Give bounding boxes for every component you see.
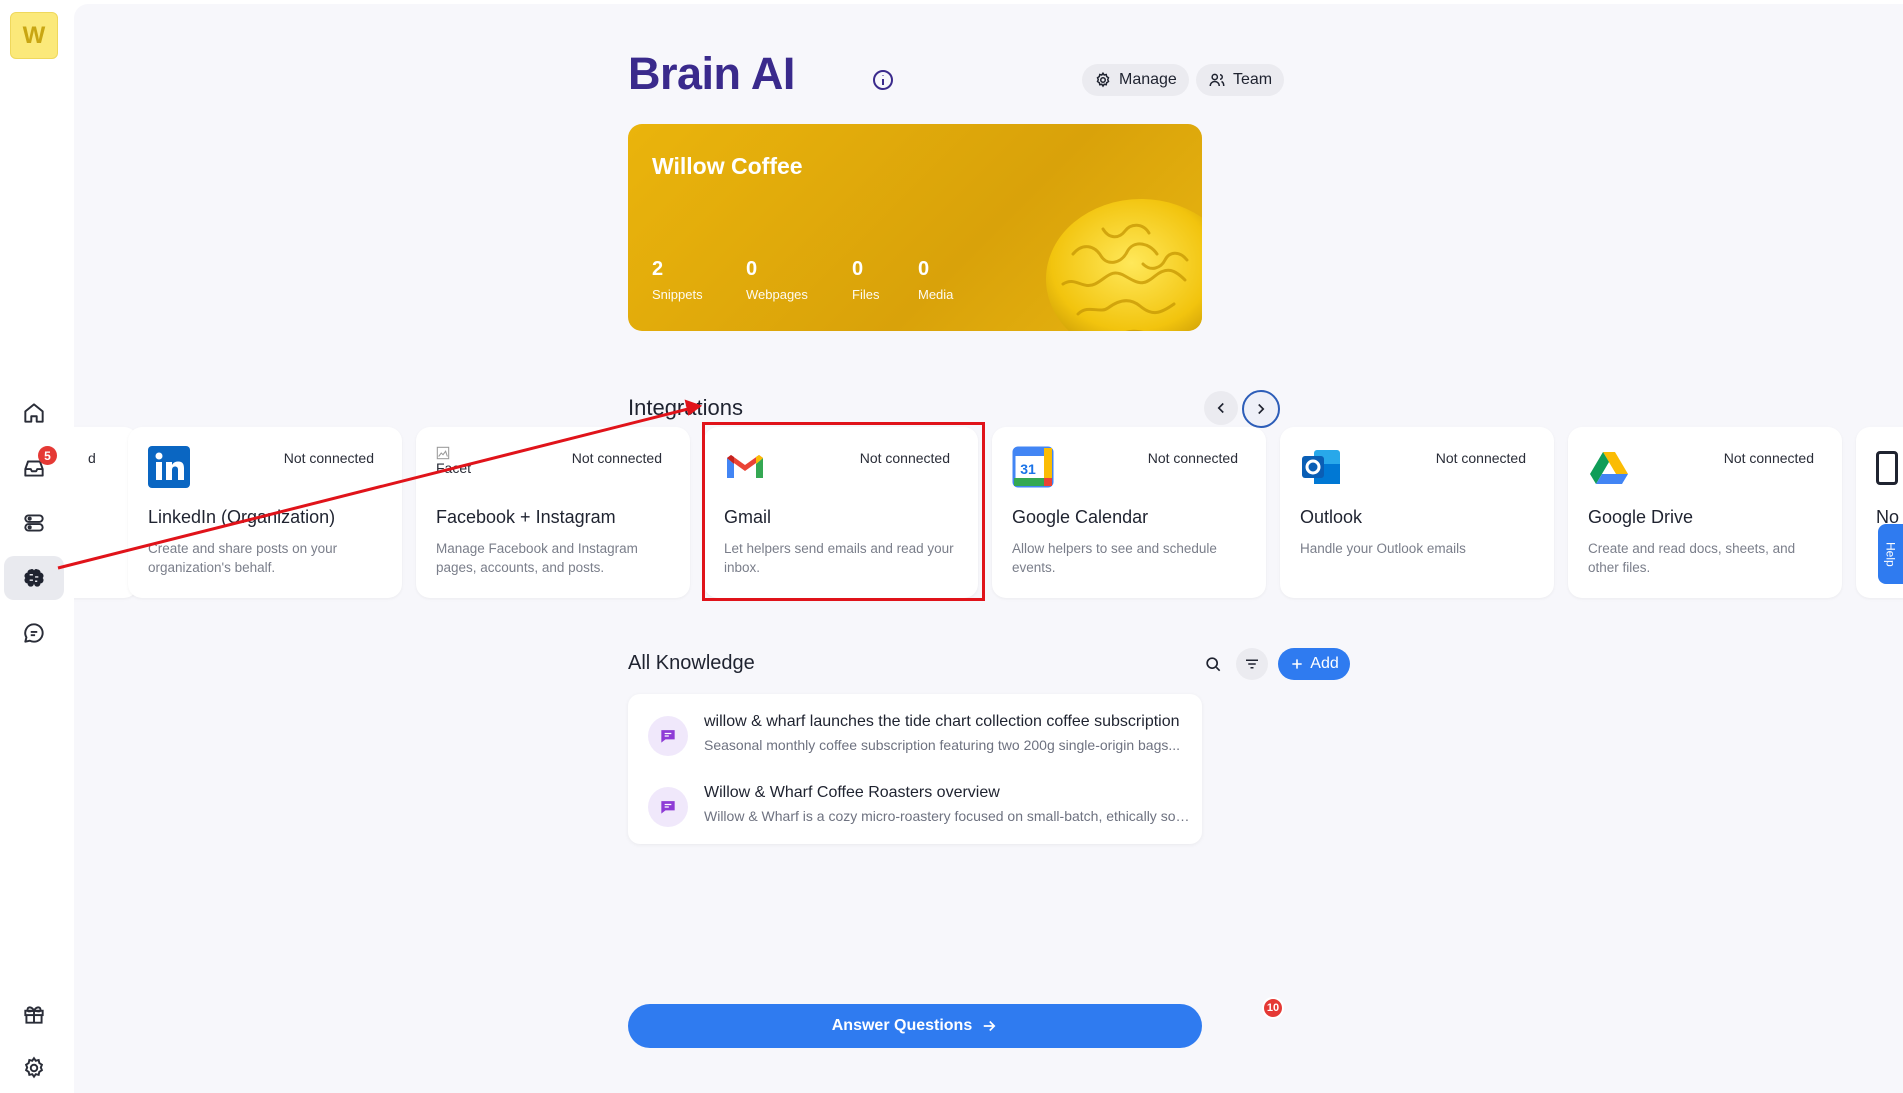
helpers-nav-button[interactable] bbox=[4, 501, 64, 545]
integrations-title: Integrations bbox=[628, 395, 743, 420]
manage-button[interactable]: Manage bbox=[1082, 64, 1189, 96]
plus-icon bbox=[1292, 659, 1302, 669]
settings-nav-button[interactable] bbox=[4, 1046, 64, 1090]
questions-count-badge: 10 bbox=[1262, 997, 1284, 1019]
integration-name: LinkedIn (Organization) bbox=[148, 507, 336, 527]
knowledge-snippet-text: Willow & Wharf is a cozy micro-roastery … bbox=[704, 808, 1194, 824]
integration-description: Create and read docs, sheets, and other … bbox=[1588, 541, 1796, 575]
chevron-left-icon bbox=[1217, 402, 1224, 414]
knowledge-list: willow & wharf launches the tide chart c… bbox=[628, 694, 1202, 844]
info-icon[interactable] bbox=[871, 68, 895, 92]
google-calendar-icon: 31 bbox=[1012, 446, 1054, 488]
home-nav-button[interactable] bbox=[4, 391, 64, 435]
users-icon bbox=[1209, 73, 1225, 87]
brain-hero-card: Willow Coffee 2 Snippets 0 Webpages 0 Files… bbox=[628, 124, 1202, 331]
chat-icon bbox=[24, 623, 44, 643]
notion-icon bbox=[1876, 451, 1898, 485]
connection-status: Not connected bbox=[1723, 450, 1814, 466]
add-label: Add bbox=[1310, 655, 1339, 672]
connection-status: Not connected bbox=[283, 450, 374, 466]
sidebar: W 5 bbox=[0, 0, 70, 1093]
notifications-badge: 5 bbox=[38, 446, 57, 465]
integration-card-google-calendar[interactable]: 31 Not connected Google Calendar Allow h… bbox=[992, 427, 1266, 598]
main-content: Brain AI Manage Team Willow Coffee 2 Snip… bbox=[74, 4, 1903, 1093]
list-item[interactable]: Willow & Wharf Coffee Roasters overview … bbox=[648, 782, 1194, 838]
gmail-highlight-annotation bbox=[702, 422, 985, 601]
chevron-right-icon bbox=[1258, 403, 1265, 415]
connection-status: Not connected bbox=[571, 450, 662, 466]
integration-description: Create and share posts on your organizat… bbox=[148, 541, 338, 575]
carousel-next-button[interactable] bbox=[1242, 390, 1280, 428]
knowledge-title-text: Willow & Wharf Coffee Roasters overview bbox=[704, 784, 1000, 801]
business-name: Willow Coffee bbox=[652, 153, 803, 179]
stat-snippets: 2 Snippets bbox=[652, 258, 703, 302]
inbox-nav-button[interactable]: 5 bbox=[4, 446, 64, 490]
broken-image-alt: Facet bbox=[436, 460, 472, 476]
partial-card-fragment: d bbox=[88, 450, 96, 466]
integration-card-google-drive[interactable]: Not connected Google Drive Create and re… bbox=[1568, 427, 1842, 598]
arrow-right-icon bbox=[983, 1020, 996, 1032]
snippet-icon bbox=[648, 787, 688, 827]
integration-name: Google Drive bbox=[1588, 507, 1694, 527]
facebook-icon: Facet bbox=[436, 446, 478, 488]
settings-icon bbox=[24, 1056, 44, 1079]
brain-illustration bbox=[1046, 199, 1202, 331]
chat-nav-button[interactable] bbox=[4, 611, 64, 655]
integration-card-linkedin[interactable]: Not connected LinkedIn (Organization) Cr… bbox=[128, 427, 402, 598]
svg-text:31: 31 bbox=[1020, 461, 1036, 477]
gift-nav-button[interactable] bbox=[4, 992, 64, 1036]
outlook-icon bbox=[1300, 446, 1342, 488]
knowledge-search-button[interactable] bbox=[1197, 648, 1229, 680]
linkedin-icon bbox=[148, 446, 190, 488]
manage-label: Manage bbox=[1119, 71, 1177, 88]
knowledge-snippet-text: Seasonal monthly coffee subscription fea… bbox=[704, 737, 1181, 753]
stat-webpages: 0 Webpages bbox=[746, 258, 808, 302]
integration-card-outlook[interactable]: Not connected Outlook Handle your Outloo… bbox=[1280, 427, 1554, 598]
team-button[interactable]: Team bbox=[1196, 64, 1285, 96]
search-icon bbox=[1206, 657, 1221, 672]
knowledge-title-text: willow & wharf launches the tide chart c… bbox=[704, 713, 1180, 730]
integration-name: Facebook + Instagram bbox=[436, 507, 616, 527]
integration-description: Manage Facebook and Instagram pages, acc… bbox=[436, 541, 638, 575]
answer-questions-label: Answer Questions bbox=[831, 1017, 973, 1034]
connection-status: Not connected bbox=[1435, 450, 1526, 466]
home-icon bbox=[24, 403, 44, 423]
helpers-icon bbox=[24, 514, 44, 532]
integration-name: Google Calendar bbox=[1012, 507, 1149, 527]
gear-icon bbox=[1096, 71, 1110, 88]
stat-files: 0 Files bbox=[852, 258, 880, 302]
brain-nav-button[interactable] bbox=[4, 556, 64, 600]
knowledge-filter-button[interactable] bbox=[1236, 648, 1268, 680]
gift-icon bbox=[24, 1006, 44, 1024]
snippet-icon bbox=[648, 716, 688, 756]
carousel-prev-button[interactable] bbox=[1204, 391, 1238, 425]
workspace-logo[interactable]: W bbox=[10, 12, 58, 59]
filter-icon bbox=[1246, 659, 1258, 669]
stat-media: 0 Media bbox=[918, 258, 954, 302]
list-item[interactable]: willow & wharf launches the tide chart c… bbox=[648, 711, 1188, 767]
integration-name: Outlook bbox=[1300, 507, 1363, 527]
help-tab[interactable]: Help bbox=[1878, 524, 1903, 584]
brain-icon bbox=[24, 568, 44, 587]
connection-status: Not connected bbox=[1147, 450, 1238, 466]
team-label: Team bbox=[1233, 71, 1273, 88]
answer-questions-button[interactable]: Answer Questions bbox=[628, 1004, 1202, 1048]
integration-description: Handle your Outlook emails bbox=[1300, 541, 1466, 556]
integration-card-facebook[interactable]: Facet Not connected Facebook + Instagram… bbox=[416, 427, 690, 598]
integration-description: Allow helpers to see and schedule events… bbox=[1012, 541, 1217, 575]
google-drive-icon bbox=[1588, 446, 1630, 488]
page-title: Brain AI bbox=[628, 48, 795, 99]
add-knowledge-button[interactable]: Add bbox=[1278, 648, 1350, 680]
knowledge-title: All Knowledge bbox=[628, 652, 755, 674]
